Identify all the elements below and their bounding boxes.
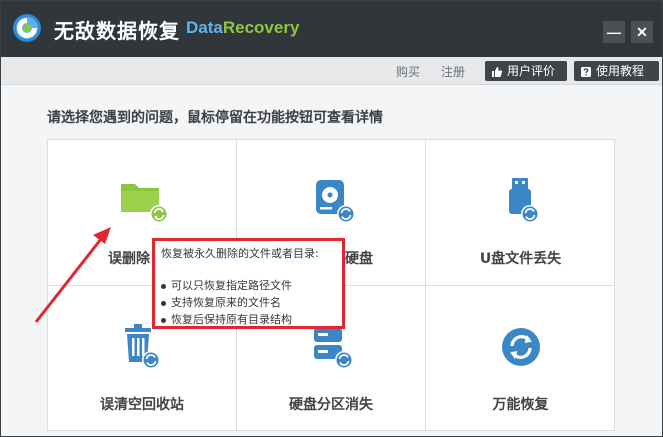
buy-link[interactable]: 购买 xyxy=(396,63,420,80)
partition-recovery-label: 硬盘分区消失 xyxy=(289,397,373,413)
tooltip-title: 恢复被永久删除的文件或者目录: xyxy=(161,247,319,260)
tooltip-list: 可以只恢复指定路径文件 支持恢复原来的文件名 恢复后保持原有目录结构 xyxy=(161,277,336,328)
title-bar[interactable]: 无敌数据恢复 DataRecovery — ✕ xyxy=(1,1,662,57)
thumbs-up-icon xyxy=(492,66,503,77)
tooltip-item-text: 恢复后保持原有目录结构 xyxy=(171,313,292,326)
bullet-icon xyxy=(161,317,166,323)
brand-recovery-text: Recovery xyxy=(222,18,300,37)
app-brand: DataRecovery xyxy=(186,18,299,38)
deleted-file-recovery-label: 误删除 xyxy=(108,251,150,267)
user-review-label: 用户评价 xyxy=(507,64,556,78)
app-title: 无敌数据恢复 xyxy=(54,19,180,43)
minimize-button[interactable]: — xyxy=(603,21,625,43)
brand-data-text: Data xyxy=(186,18,223,37)
usb-recovery-label: U盘文件丢失 xyxy=(479,251,562,267)
tooltip-item: 恢复后保持原有目录结构 xyxy=(161,311,336,328)
instruction-text: 请选择您遇到的问题，鼠标停留在功能按钮可查看详情 xyxy=(47,110,383,126)
usb-recover-icon xyxy=(508,178,539,223)
minimize-icon: — xyxy=(607,24,621,40)
tooltip-item-text: 支持恢复原来的文件名 xyxy=(171,296,281,309)
toolbar: 购买 注册 用户评价 使用教程 xyxy=(1,57,662,85)
close-icon: ✕ xyxy=(636,24,648,40)
tooltip-item-text: 可以只恢复指定路径文件 xyxy=(171,279,292,292)
tooltip-item: 支持恢复原来的文件名 xyxy=(161,294,336,311)
help-book-icon xyxy=(581,66,591,77)
universal-recover-icon xyxy=(501,328,540,366)
recycle-bin-recovery-label: 误清空回收站 xyxy=(100,397,184,413)
close-button[interactable]: ✕ xyxy=(631,21,653,43)
harddisk-recovery-label: 硬盘 xyxy=(345,251,373,267)
feature-tooltip: 恢复被永久删除的文件或者目录: 可以只恢复指定路径文件 支持恢复原来的文件名 恢… xyxy=(152,238,345,329)
usb-recovery-button[interactable]: U盘文件丢失 xyxy=(426,140,615,286)
user-review-button[interactable]: 用户评价 xyxy=(485,61,567,81)
bullet-icon xyxy=(161,283,166,289)
tutorial-label: 使用教程 xyxy=(596,64,645,78)
universal-recovery-label: 万能恢复 xyxy=(492,397,549,413)
universal-recovery-button[interactable]: 万能恢复 xyxy=(426,286,615,432)
tutorial-button[interactable]: 使用教程 xyxy=(574,61,659,81)
bullet-icon xyxy=(161,300,166,306)
app-window: 无敌数据恢复 DataRecovery — ✕ 购买 注册 用户评价 使用教程 … xyxy=(0,0,663,437)
tooltip-item: 可以只恢复指定路径文件 xyxy=(161,277,336,294)
register-link[interactable]: 注册 xyxy=(441,63,465,80)
harddisk-recover-icon xyxy=(316,180,355,223)
app-logo-icon xyxy=(13,14,41,42)
folder-recover-icon xyxy=(121,184,168,223)
